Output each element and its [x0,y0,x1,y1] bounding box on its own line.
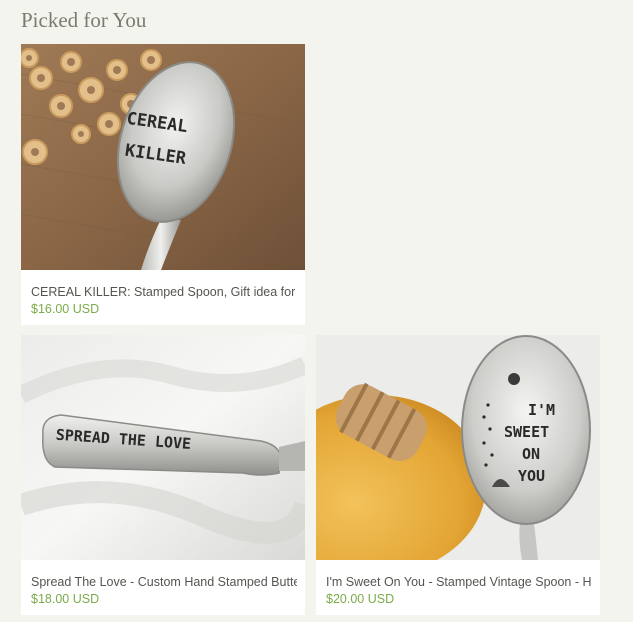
product-card-cereal-killer[interactable]: CEREAL KILLER CEREAL KILLER: Stamped Spo… [21,44,305,325]
product-card-sweet-on-you[interactable]: I'M SWEET ON YOU I'm Sweet On You - Stam… [316,335,600,615]
product-image-butter-knife[interactable]: SPREAD THE LOVE [21,335,305,560]
product-price: $20.00 USD [326,592,395,606]
stamp-line-3: ON [522,445,540,463]
product-image-cereal-spoon[interactable]: CEREAL KILLER [21,44,305,270]
stamp-line-1: I'M [528,401,555,419]
stamp-line-4: YOU [518,467,545,485]
product-price: $16.00 USD [31,302,100,316]
product-image-honey-spoon[interactable]: I'M SWEET ON YOU [316,335,600,560]
section-title: Picked for You [21,8,147,32]
stamp-line-2: SWEET [504,423,549,441]
product-title[interactable]: Spread The Love - Custom Hand Stamped Bu… [31,575,297,589]
product-title[interactable]: I'm Sweet On You - Stamped Vintage Spoon… [326,575,592,589]
product-title[interactable]: CEREAL KILLER: Stamped Spoon, Gift idea … [31,285,297,299]
product-price: $18.00 USD [31,592,100,606]
product-card-spread-the-love[interactable]: SPREAD THE LOVE Spread The Love - Custom… [21,335,305,615]
